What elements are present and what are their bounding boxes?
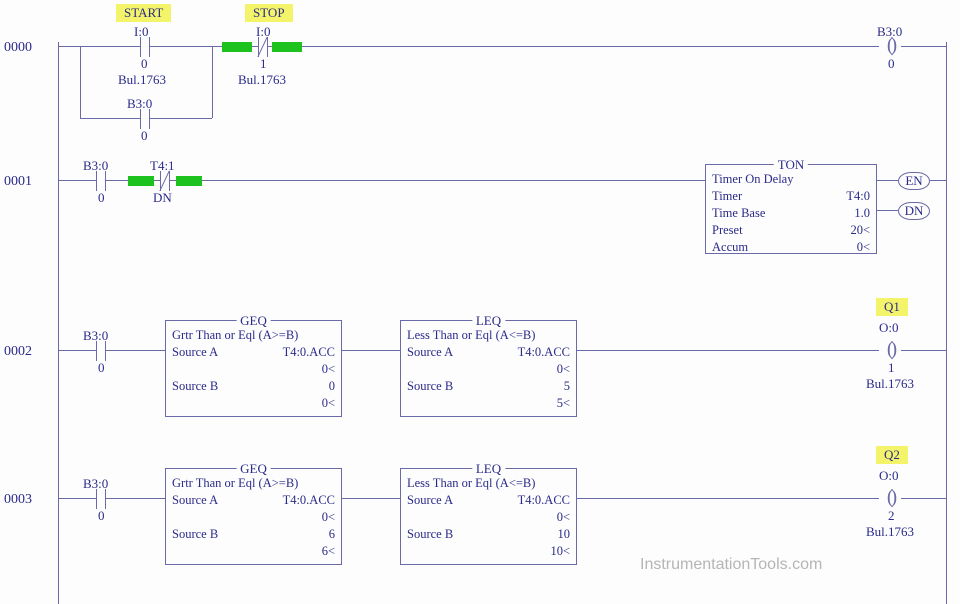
r2-leq[interactable]: LEQ Less Than or Eql (A<=B) Source AT4:0… (400, 320, 577, 417)
ton-dn-pin: DN (898, 202, 930, 220)
r3-leq-sav: T4:0.ACC (518, 492, 570, 509)
q2-coil[interactable]: ( ) (878, 486, 902, 509)
r1-tdn-contact[interactable] (150, 171, 180, 191)
r2-geq-title: GEQ (236, 312, 271, 330)
r1-b3-bit: 0 (98, 190, 105, 206)
r1-tdn-addr: T4:1 (150, 158, 175, 174)
r3-geq-sak: Source A (172, 492, 218, 509)
r3-leq-sbk: Source B (407, 526, 453, 543)
r3-leq-title: LEQ (472, 460, 505, 478)
r3-geq[interactable]: GEQ Grtr Than or Eql (A>=B) Source AT4:0… (165, 468, 342, 565)
r3-leq-sac: 0< (557, 509, 570, 526)
r2-geq-sbk: Source B (172, 378, 218, 395)
q1-bit: 1 (888, 360, 895, 376)
q1-label: Q1 (876, 298, 908, 316)
r1-b3-contact[interactable] (86, 171, 116, 191)
start-label: START (116, 4, 171, 22)
r2-leq-title: LEQ (472, 312, 505, 330)
ton-l3v: 1.0 (854, 205, 870, 222)
seal-addr: B3:0 (127, 96, 152, 112)
ton-title: TON (774, 156, 808, 174)
ton-l2k: Timer (712, 188, 742, 205)
r3-leq[interactable]: LEQ Less Than or Eql (A<=B) Source AT4:0… (400, 468, 577, 565)
stop-addr: I:0 (256, 24, 270, 40)
r3-geq-title: GEQ (236, 460, 271, 478)
r2-geq-sac: 0< (322, 361, 335, 378)
r3-geq-sac: 0< (322, 509, 335, 526)
ton-en-wire (875, 180, 899, 181)
q1-addr: O:0 (879, 320, 899, 336)
r3-leq-sak: Source A (407, 492, 453, 509)
ton-l4v: 20< (850, 222, 870, 239)
watermark: InstrumentationTools.com (640, 556, 822, 574)
r3-geq-sbv: 6 (329, 526, 335, 543)
ton-block[interactable]: TON Timer On Delay TimerT4:0 Time Base1.… (705, 164, 877, 254)
ton-dn-wire (875, 210, 899, 211)
rung0-wire (58, 46, 946, 47)
stop-card: Bul.1763 (238, 72, 286, 88)
ton-l2v: T4:0 (846, 188, 870, 205)
r3-geq-sav: T4:0.ACC (283, 492, 335, 509)
start-bit: 0 (141, 56, 148, 72)
branch0-left (80, 46, 81, 118)
rung-number-3: 0003 (4, 492, 32, 508)
q2-bit: 2 (888, 508, 895, 524)
rung-number-2: 0002 (4, 344, 32, 360)
ton-l5k: Accum (712, 239, 748, 256)
start-card: Bul.1763 (118, 72, 166, 88)
ton-l3k: Time Base (712, 205, 765, 222)
q2-card: Bul.1763 (866, 524, 914, 540)
rung-number-0: 0000 (4, 40, 32, 56)
r2-b3-contact[interactable] (86, 341, 116, 361)
r2-leq-sbk: Source B (407, 378, 453, 395)
r1-b3-addr: B3:0 (83, 158, 108, 174)
r2-geq-sak: Source A (172, 344, 218, 361)
stop-contact[interactable] (248, 37, 278, 57)
ton-l5v: 0< (857, 239, 870, 256)
stop-bit: 1 (260, 56, 267, 72)
r2-geq-sbv: 0 (329, 378, 335, 395)
q2-label: Q2 (876, 446, 908, 464)
q1-card: Bul.1763 (866, 376, 914, 392)
branch0-right (212, 46, 213, 118)
start-addr: I:0 (134, 24, 148, 40)
r0-coil-bit: 0 (888, 56, 895, 72)
r2-leq-sbc: 5< (557, 395, 570, 412)
r2-leq-sac: 0< (557, 361, 570, 378)
r3-b3-contact[interactable] (86, 489, 116, 509)
q1-coil[interactable]: ( ) (878, 338, 902, 361)
seal-contact[interactable] (130, 109, 160, 129)
r3-b3-bit: 0 (98, 508, 105, 524)
r2-leq-sav: T4:0.ACC (518, 344, 570, 361)
ton-en-pin: EN (898, 172, 930, 190)
q2-addr: O:0 (879, 468, 899, 484)
r3-leq-sbc: 10< (550, 543, 570, 560)
start-contact[interactable] (130, 37, 160, 57)
r2-leq-sak: Source A (407, 344, 453, 361)
seal-bit: 0 (141, 128, 148, 144)
r3-geq-sbk: Source B (172, 526, 218, 543)
rung-number-1: 0001 (4, 174, 32, 190)
r3-geq-sbc: 6< (322, 543, 335, 560)
stop-label: STOP (245, 4, 293, 22)
r0-coil-addr: B3:0 (877, 24, 902, 40)
r2-geq[interactable]: GEQ Grtr Than or Eql (A>=B) Source AT4:0… (165, 320, 342, 417)
r2-geq-sav: T4:0.ACC (283, 344, 335, 361)
r2-b3-bit: 0 (98, 360, 105, 376)
r1-tdn-sub: DN (153, 190, 172, 206)
r3-leq-sbv: 10 (558, 526, 571, 543)
right-rail (946, 42, 947, 604)
r2-leq-sbv: 5 (564, 378, 570, 395)
left-rail (58, 42, 59, 604)
ton-l4k: Preset (712, 222, 743, 239)
r2-b3-addr: B3:0 (83, 328, 108, 344)
r3-b3-addr: B3:0 (83, 476, 108, 492)
r2-geq-sbc: 0< (322, 395, 335, 412)
